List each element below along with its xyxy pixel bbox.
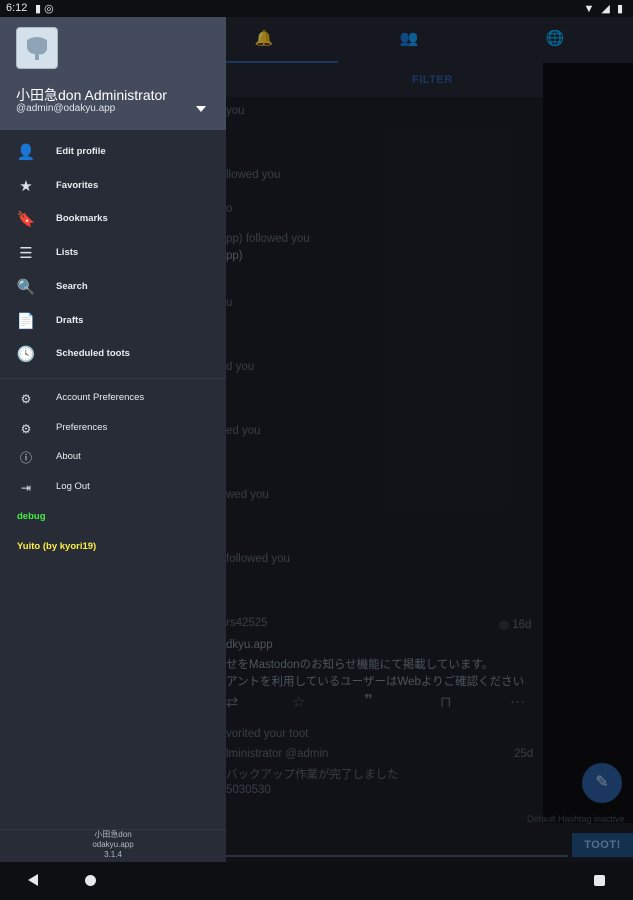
- account-handle: @admin@odakyu.app: [16, 103, 116, 114]
- account-dropdown-icon[interactable]: [196, 106, 206, 112]
- drawer-scrim[interactable]: [226, 17, 633, 862]
- status-time: 6:12: [6, 2, 28, 14]
- drawer-footer: 小田急don odakyu.app 3.1.4: [0, 829, 226, 863]
- logout-icon: ⇥: [20, 481, 32, 495]
- yuito-credit[interactable]: Yuito (by kyori19): [17, 541, 96, 552]
- status-notification-icons: ▮ ◎: [35, 3, 54, 15]
- footer-version: 3.1.4: [104, 850, 122, 859]
- recents-icon[interactable]: [594, 875, 605, 886]
- status-system-icons: ▼ ◢ ▮: [583, 3, 625, 15]
- drawer-item-label: Lists: [56, 247, 79, 258]
- drawer-item-label: Preferences: [56, 422, 108, 433]
- drawer-item-preferences[interactable]: ⚙ Preferences: [0, 414, 226, 444]
- person-icon: 👤: [16, 144, 36, 161]
- status-bar: 6:12 ▮ ◎ ▼ ◢ ▮: [0, 0, 633, 17]
- info-icon: ⓘ: [19, 451, 32, 465]
- drawer-item-drafts[interactable]: 📄 Drafts: [0, 307, 226, 337]
- footer-domain: odakyu.app: [92, 840, 134, 849]
- drawer-item-scheduled-toots[interactable]: 🕓 Scheduled toots: [0, 340, 226, 370]
- drawer-item-bookmarks[interactable]: 🔖 Bookmarks: [0, 205, 226, 235]
- system-nav-bar: [0, 862, 633, 900]
- drawer-item-label: Drafts: [56, 315, 84, 326]
- display-name: 小田急don Administrator: [16, 87, 167, 103]
- account-settings-icon: ⚙: [20, 392, 32, 406]
- avatar-elephant-icon: [27, 37, 47, 60]
- drawer-item-account-preferences[interactable]: ⚙ Account Preferences: [0, 384, 226, 414]
- home-icon[interactable]: [85, 875, 96, 886]
- drawer-item-favorites[interactable]: ★ Favorites: [0, 172, 226, 202]
- drawer-item-label: Favorites: [56, 180, 99, 191]
- list-icon: ☰: [19, 245, 33, 262]
- back-icon[interactable]: [28, 874, 38, 886]
- draft-icon: 📄: [16, 313, 36, 330]
- star-icon: ★: [19, 178, 33, 195]
- drawer-item-label: Edit profile: [56, 146, 106, 157]
- drawer-item-lists[interactable]: ☰ Lists: [0, 239, 226, 269]
- footer-instance: 小田急don: [94, 830, 132, 839]
- drawer-item-search[interactable]: 🔍 Search: [0, 273, 226, 303]
- drawer-header[interactable]: 小田急don Administrator @admin@odakyu.app: [0, 17, 226, 130]
- clock-icon: 🕓: [16, 346, 36, 363]
- drawer-item-label: Search: [56, 281, 88, 292]
- gear-icon: ⚙: [20, 422, 32, 436]
- debug-label[interactable]: debug: [17, 511, 46, 522]
- drawer-item-label: Account Preferences: [56, 392, 145, 403]
- drawer-item-label: About: [56, 451, 81, 462]
- search-icon: 🔍: [16, 279, 36, 296]
- drawer-item-log-out[interactable]: ⇥ Log Out: [0, 473, 226, 503]
- navigation-drawer: 小田急don Administrator @admin@odakyu.app 👤…: [0, 17, 226, 862]
- drawer-item-edit-profile[interactable]: 👤 Edit profile: [0, 138, 226, 168]
- drawer-item-label: Log Out: [56, 481, 90, 492]
- bookmark-icon: 🔖: [16, 211, 36, 228]
- drawer-item-label: Scheduled toots: [56, 348, 130, 359]
- drawer-divider: [0, 378, 226, 379]
- drawer-item-about[interactable]: ⓘ About: [0, 443, 226, 473]
- drawer-item-label: Bookmarks: [56, 213, 108, 224]
- avatar[interactable]: [16, 27, 58, 69]
